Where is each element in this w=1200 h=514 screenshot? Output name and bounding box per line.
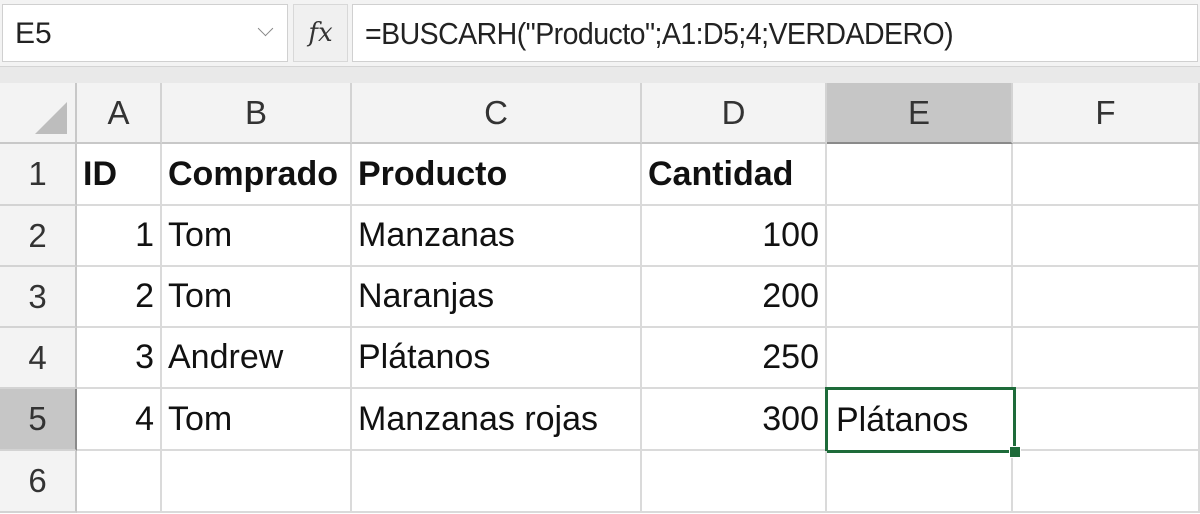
column-header-c[interactable]: C bbox=[352, 83, 642, 144]
formula-text: =BUSCARH("Producto";A1:D5;4;VERDADERO) bbox=[365, 16, 954, 51]
cell-f5[interactable] bbox=[1016, 389, 1200, 451]
cell-e4[interactable] bbox=[827, 328, 1013, 389]
insert-function-button[interactable]: fx bbox=[293, 4, 348, 62]
row-header-6[interactable]: 6 bbox=[0, 451, 77, 513]
cell-d2[interactable]: 100 bbox=[642, 206, 827, 267]
cell-f3[interactable] bbox=[1013, 267, 1200, 328]
chevron-down-icon[interactable] bbox=[257, 20, 274, 37]
spreadsheet-grid: A B C D E F 1 ID Comprado Producto Canti… bbox=[0, 83, 1200, 514]
column-header-d[interactable]: D bbox=[642, 83, 827, 144]
cell-b5[interactable]: Tom bbox=[162, 389, 352, 451]
cell-c2[interactable]: Manzanas bbox=[352, 206, 642, 267]
cell-a1[interactable]: ID bbox=[77, 144, 162, 206]
row-header-4[interactable]: 4 bbox=[0, 328, 77, 389]
cell-c6[interactable] bbox=[352, 451, 642, 513]
cell-c3[interactable]: Naranjas bbox=[352, 267, 642, 328]
cell-b1[interactable]: Comprado bbox=[162, 144, 352, 206]
cell-c5[interactable]: Manzanas rojas bbox=[352, 389, 642, 451]
row-header-5[interactable]: 5 bbox=[0, 389, 77, 451]
cell-d3[interactable]: 200 bbox=[642, 267, 827, 328]
row-header-3[interactable]: 3 bbox=[0, 267, 77, 328]
cell-d1[interactable]: Cantidad bbox=[642, 144, 827, 206]
cell-a2[interactable]: 1 bbox=[77, 206, 162, 267]
row-header-2[interactable]: 2 bbox=[0, 206, 77, 267]
cell-b3[interactable]: Tom bbox=[162, 267, 352, 328]
cell-e2[interactable] bbox=[827, 206, 1013, 267]
cell-f4[interactable] bbox=[1013, 328, 1200, 389]
formula-bar: E5 fx =BUSCARH("Producto";A1:D5;4;VERDAD… bbox=[0, 0, 1200, 67]
column-header-b[interactable]: B bbox=[162, 83, 352, 144]
cell-a6[interactable] bbox=[77, 451, 162, 513]
cell-d4[interactable]: 250 bbox=[642, 328, 827, 389]
cell-b2[interactable]: Tom bbox=[162, 206, 352, 267]
cell-c1[interactable]: Producto bbox=[352, 144, 642, 206]
cell-e3[interactable] bbox=[827, 267, 1013, 328]
fx-icon: fx bbox=[308, 18, 333, 48]
formula-input[interactable]: =BUSCARH("Producto";A1:D5;4;VERDADERO) bbox=[352, 4, 1198, 62]
cell-d5[interactable]: 300 bbox=[642, 389, 827, 451]
cell-f1[interactable] bbox=[1013, 144, 1200, 206]
cell-a4[interactable]: 3 bbox=[77, 328, 162, 389]
cell-e1[interactable] bbox=[827, 144, 1013, 206]
fill-handle[interactable] bbox=[1009, 446, 1021, 458]
column-header-f[interactable]: F bbox=[1013, 83, 1200, 144]
cell-f6[interactable] bbox=[1013, 451, 1200, 513]
cell-e6[interactable] bbox=[827, 453, 1013, 513]
name-box[interactable]: E5 bbox=[2, 4, 288, 62]
cell-d6[interactable] bbox=[642, 451, 827, 513]
cell-b6[interactable] bbox=[162, 451, 352, 513]
cell-a3[interactable]: 2 bbox=[77, 267, 162, 328]
select-all-triangle-icon bbox=[35, 102, 67, 134]
cell-e5-active[interactable]: Plátanos bbox=[825, 387, 1016, 453]
cell-f2[interactable] bbox=[1013, 206, 1200, 267]
column-header-a[interactable]: A bbox=[77, 83, 162, 144]
cell-c4[interactable]: Plátanos bbox=[352, 328, 642, 389]
cell-a5[interactable]: 4 bbox=[77, 389, 162, 451]
select-all-button[interactable] bbox=[0, 83, 77, 144]
formula-bar-divider bbox=[0, 67, 1200, 83]
column-header-e[interactable]: E bbox=[827, 83, 1013, 144]
cell-b4[interactable]: Andrew bbox=[162, 328, 352, 389]
name-box-value: E5 bbox=[15, 17, 52, 50]
row-header-1[interactable]: 1 bbox=[0, 144, 77, 206]
